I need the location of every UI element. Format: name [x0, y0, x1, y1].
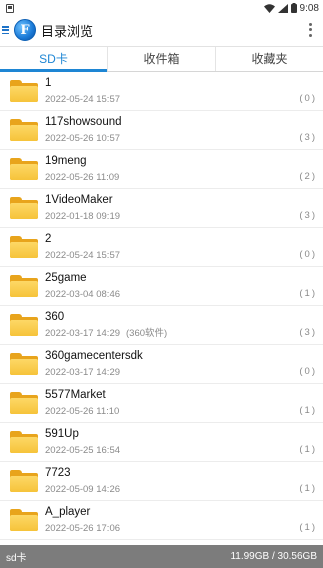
- file-row-2[interactable]: 2 2022-05-24 15:57 (0): [0, 228, 323, 267]
- file-name: 7723: [45, 467, 71, 479]
- file-name: 591Up: [45, 428, 79, 440]
- file-name: 5577Market: [45, 389, 106, 401]
- storage-footer: sd卡 11.99GB / 30.56GB: [0, 545, 323, 568]
- file-row-7723[interactable]: 7723 2022-05-09 14:26 (1): [0, 462, 323, 501]
- app-title: 目录浏览: [41, 23, 94, 39]
- file-row-25game[interactable]: 25game 2022-03-04 08:46 (1): [0, 267, 323, 306]
- file-count: (1): [299, 405, 317, 416]
- tab-sd-card[interactable]: SD卡: [0, 47, 108, 72]
- folder-icon: [10, 509, 38, 531]
- file-name: 19meng: [45, 155, 87, 167]
- folder-icon: [10, 158, 38, 180]
- file-date: 2022-05-25 16:54: [45, 445, 121, 456]
- file-date: 2022-03-17 14:29: [45, 367, 121, 378]
- file-name: 25game: [45, 272, 87, 284]
- file-name: 360gamecentersdk: [45, 350, 143, 362]
- file-count: (0): [299, 366, 317, 377]
- folder-icon: [10, 470, 38, 492]
- notification-icon: [6, 3, 14, 13]
- current-location: sd卡: [6, 553, 27, 564]
- file-date: 2022-03-04 08:46: [45, 289, 121, 300]
- more-options-icon[interactable]: [305, 22, 315, 38]
- file-name: A_player: [45, 506, 91, 518]
- drawer-menu-icon[interactable]: [2, 24, 12, 36]
- folder-icon: [10, 275, 38, 297]
- file-count: (3): [299, 327, 317, 338]
- folder-icon: [10, 353, 38, 375]
- file-name: 360: [45, 311, 65, 323]
- file-count: (0): [299, 93, 317, 104]
- file-date: 2022-05-26 11:09: [45, 172, 120, 183]
- file-name: 1VideoMaker: [45, 194, 113, 206]
- folder-icon: [10, 392, 38, 414]
- folder-icon: [10, 236, 38, 258]
- file-count: (1): [299, 483, 317, 494]
- file-row-1videomaker[interactable]: 1VideoMaker 2022-01-18 09:19 (3): [0, 189, 323, 228]
- file-list: 1 2022-05-24 15:57 (0) 117showsound 2022…: [0, 72, 323, 544]
- file-date: 2022-01-18 09:19: [45, 211, 121, 222]
- file-count: (1): [299, 444, 317, 455]
- tab-bar: SD卡 收件箱 收藏夹: [0, 46, 323, 72]
- file-row-5577market[interactable]: 5577Market 2022-05-26 11:10 (1): [0, 384, 323, 423]
- file-note: (360软件): [126, 328, 168, 339]
- file-row-360gamecentersdk[interactable]: 360gamecentersdk 2022-03-17 14:29 (0): [0, 345, 323, 384]
- folder-icon: [10, 119, 38, 141]
- file-date: 2022-05-26 11:10: [45, 406, 120, 417]
- status-bar-right: 9:08: [263, 2, 319, 14]
- file-count: (3): [299, 210, 317, 221]
- file-row-19meng[interactable]: 19meng 2022-05-26 11:09 (2): [0, 150, 323, 189]
- file-count: (1): [299, 522, 317, 533]
- app-bar: F 目录浏览: [0, 16, 323, 44]
- battery-icon: [290, 3, 297, 13]
- tab-favorites[interactable]: 收藏夹: [216, 47, 323, 71]
- file-date: 2022-05-09 14:26: [45, 484, 121, 495]
- file-date: 2022-05-24 15:57: [45, 250, 121, 261]
- tab-inbox[interactable]: 收件箱: [108, 47, 216, 71]
- status-time: 9:08: [299, 2, 319, 14]
- folder-icon: [10, 314, 38, 336]
- file-count: (1): [299, 288, 317, 299]
- status-bar: 9:08: [0, 0, 323, 16]
- file-count: (2): [299, 171, 317, 182]
- signal-icon: [277, 3, 288, 13]
- folder-icon: [10, 431, 38, 453]
- storage-usage: 11.99GB / 30.56GB: [230, 551, 317, 562]
- wifi-icon: [263, 3, 275, 13]
- file-row-a-player[interactable]: A_player 2022-05-26 17:06 (1): [0, 501, 323, 540]
- folder-icon: [10, 80, 38, 102]
- file-date: 2022-05-26 10:57: [45, 133, 121, 144]
- file-row-591up[interactable]: 591Up 2022-05-25 16:54 (1): [0, 423, 323, 462]
- file-count: (0): [299, 249, 317, 260]
- file-name: 1: [45, 77, 52, 89]
- file-row-360[interactable]: 360 2022-03-17 14:29 (360软件) (3): [0, 306, 323, 345]
- file-name: 2: [45, 233, 52, 245]
- app-logo: F: [14, 19, 36, 41]
- folder-icon: [10, 197, 38, 219]
- status-bar-left: [6, 3, 14, 13]
- file-date: 2022-05-26 17:06: [45, 523, 121, 534]
- file-count: (3): [299, 132, 317, 143]
- file-row-117showsound[interactable]: 117showsound 2022-05-26 10:57 (3): [0, 111, 323, 150]
- file-date: 2022-03-17 14:29 (360软件): [45, 328, 168, 339]
- file-date: 2022-05-24 15:57: [45, 94, 121, 105]
- file-row-1[interactable]: 1 2022-05-24 15:57 (0): [0, 72, 323, 111]
- file-name: 117showsound: [45, 116, 122, 128]
